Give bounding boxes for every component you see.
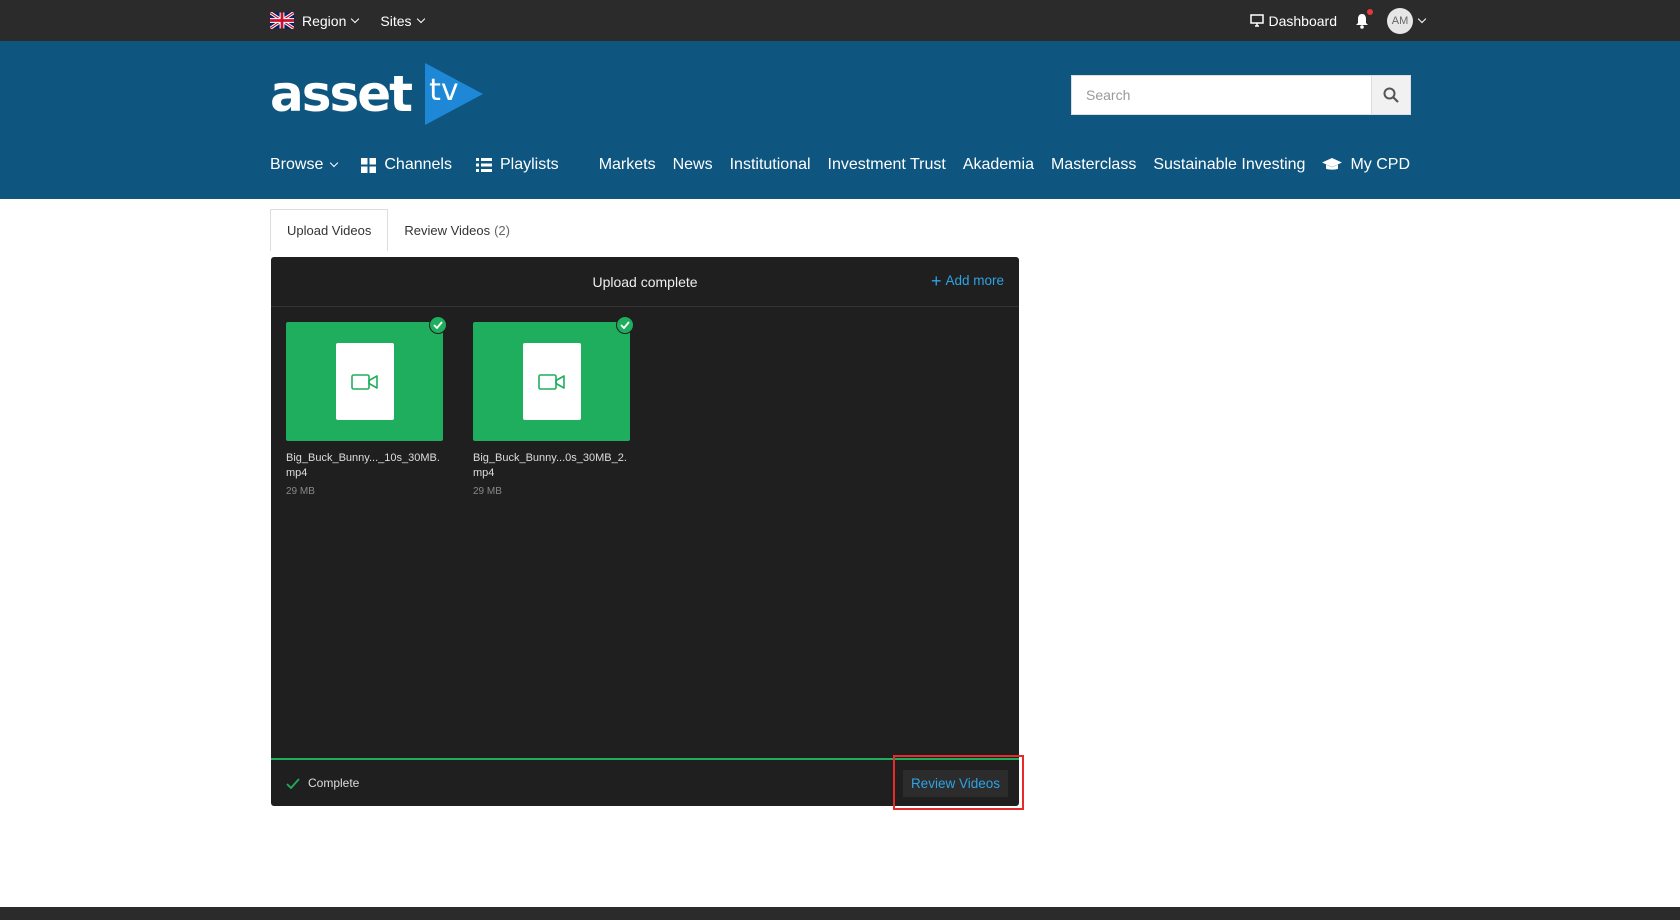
file-list: Big_Buck_Bunny..._10s_30MB.mp4 29 MB Big… [286, 316, 634, 497]
site-header: asset tv Browse [0, 41, 1680, 199]
nav-browse-label: Browse [270, 156, 324, 173]
video-camera-icon [350, 373, 378, 390]
file-item: Big_Buck_Bunny..._10s_30MB.mp4 29 MB [286, 316, 447, 497]
add-more-label: Add more [945, 273, 1004, 288]
review-count: (2) [494, 222, 510, 238]
plus-icon: + [930, 270, 942, 291]
logo-tv-text: tv [429, 73, 459, 108]
chevron-down-icon [1417, 14, 1427, 23]
chevron-down-icon [330, 158, 339, 168]
search-input[interactable] [1071, 75, 1371, 115]
notifications-button[interactable] [1355, 8, 1373, 29]
nav-item-masterclass[interactable]: Masterclass [1051, 156, 1136, 174]
upload-tabs: Upload Videos Review Videos (2) [270, 209, 526, 251]
sites-label: Sites [380, 12, 412, 29]
video-camera-icon [537, 373, 565, 390]
tab-review-videos-label: Review Videos [404, 222, 491, 238]
file-item: Big_Buck_Bunny...0s_30MB_2.mp4 29 MB [473, 316, 634, 497]
file-size: 29 MB [473, 486, 502, 497]
nav-item-markets[interactable]: Markets [599, 156, 656, 174]
region-dropdown[interactable]: Region [270, 12, 360, 29]
document-icon [335, 343, 394, 420]
dashboard-label: Dashboard [1268, 12, 1338, 29]
logo-play-icon: tv [425, 63, 485, 125]
nav-my-cpd[interactable]: My CPD [1322, 156, 1410, 174]
upload-complete-check-icon [429, 316, 447, 334]
checkmark-icon [286, 777, 300, 789]
search-bar [1071, 75, 1411, 115]
top-bar: Region Sites Dashboard AM [0, 0, 1680, 41]
nav-playlists-label: Playlists [499, 156, 559, 173]
monitor-icon [1249, 14, 1264, 27]
upload-complete-check-icon [616, 316, 634, 334]
nav-browse[interactable]: Browse [270, 156, 339, 174]
logo[interactable]: asset tv [270, 61, 485, 127]
nav-channels-label: Channels [384, 156, 452, 173]
chevron-down-icon [351, 14, 360, 23]
add-more-button[interactable]: + Add more [930, 270, 1004, 291]
user-menu[interactable]: AM [1387, 7, 1427, 34]
sites-dropdown[interactable]: Sites [380, 12, 425, 29]
dashboard-link[interactable]: Dashboard [1249, 12, 1338, 29]
logo-text: asset [270, 65, 413, 123]
avatar: AM [1387, 7, 1413, 34]
file-thumbnail [473, 316, 634, 441]
upload-panel-footer: Complete Review Videos [271, 760, 1019, 806]
nav-my-cpd-label: My CPD [1350, 156, 1410, 173]
chevron-down-icon [416, 14, 425, 23]
tab-review-videos[interactable]: Review Videos (2) [388, 209, 526, 251]
nav-item-akademia[interactable]: Akademia [963, 156, 1034, 174]
nav-item-sustainable-investing[interactable]: Sustainable Investing [1153, 156, 1305, 174]
list-icon [475, 158, 492, 172]
nav-playlists[interactable]: Playlists [475, 156, 559, 174]
notification-badge [1367, 8, 1373, 15]
review-videos-button[interactable]: Review Videos [902, 770, 1008, 797]
file-thumbnail [286, 316, 447, 441]
file-name: Big_Buck_Bunny...0s_30MB_2.mp4 [473, 452, 627, 479]
tab-upload-videos[interactable]: Upload Videos [270, 209, 389, 251]
nav-item-investment-trust[interactable]: Investment Trust [828, 156, 946, 174]
graduation-cap-icon [1322, 158, 1343, 170]
main-nav: Browse Channels Playlists Markets News I… [270, 145, 1410, 185]
footer-status: Complete [286, 776, 359, 790]
nav-item-institutional[interactable]: Institutional [730, 156, 811, 174]
upload-panel: Upload complete + Add more Big_Buck_Bunn… [271, 257, 1019, 806]
region-label: Region [302, 12, 347, 29]
document-icon [522, 343, 581, 420]
bell-icon [1356, 13, 1368, 29]
file-name: Big_Buck_Bunny..._10s_30MB.mp4 [286, 452, 440, 479]
uk-flag-icon [270, 12, 294, 29]
search-button[interactable] [1371, 75, 1411, 115]
search-icon [1383, 87, 1399, 103]
footer-strip [0, 907, 1680, 920]
upload-panel-header: Upload complete + Add more [271, 257, 1019, 307]
upload-status-title: Upload complete [592, 273, 698, 290]
nav-channels[interactable]: Channels [361, 156, 452, 174]
file-size: 29 MB [286, 486, 315, 497]
footer-status-label: Complete [308, 776, 360, 790]
nav-item-news[interactable]: News [673, 156, 713, 174]
grid-icon [361, 157, 377, 173]
